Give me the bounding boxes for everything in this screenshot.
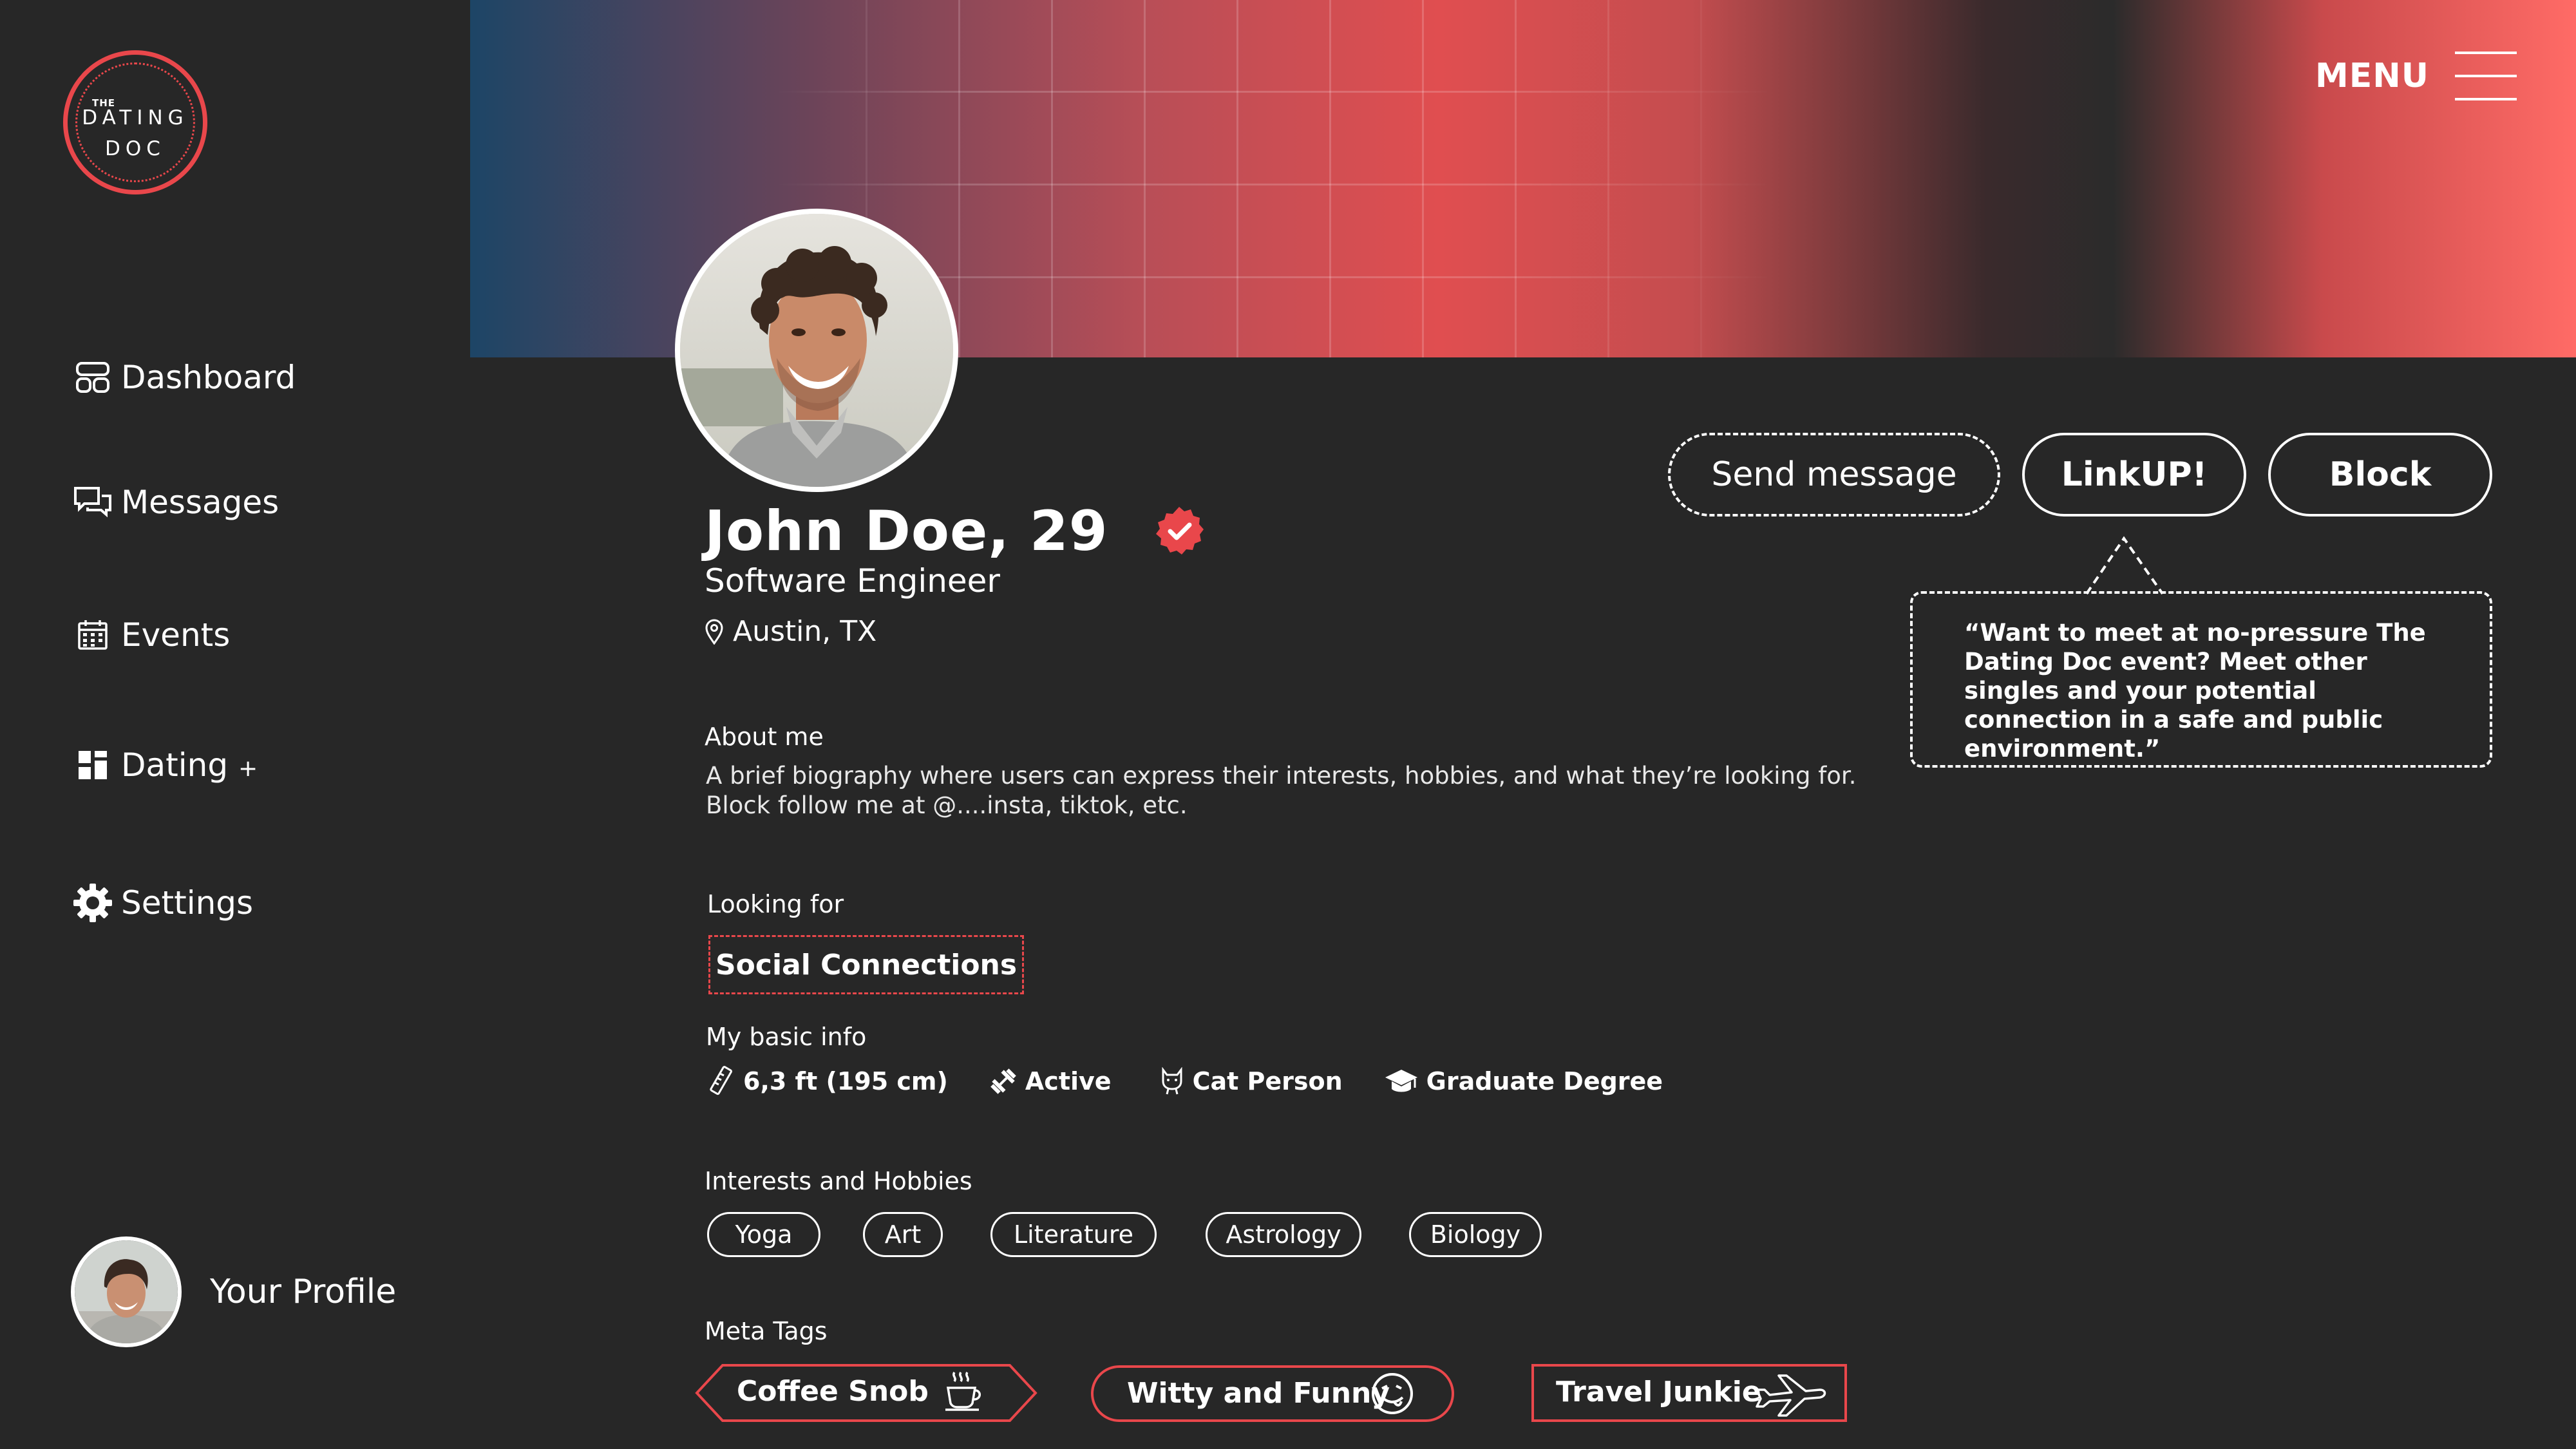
looking-for-heading: Looking for [707,890,844,918]
basic-info-activity: Active [989,1067,1112,1095]
meta-tag-travel-junkie[interactable]: Travel Junkie [1531,1364,1847,1422]
linkup-tooltip-text: “Want to meet at no-pressure The Dating … [1964,619,2426,762]
basic-info-height: 6,3 ft (195 cm) [707,1066,948,1097]
sidebar-item-events[interactable]: Events [72,609,230,661]
interest-tag-art[interactable]: Art [863,1212,943,1257]
interests-heading: Interests and Hobbies [705,1167,972,1195]
sidebar-item-label: Settings [121,884,254,922]
interest-tag-literature[interactable]: Literature [990,1212,1157,1257]
logo-text-dating: DATING [82,106,189,129]
dashboard-icon [72,357,113,398]
interest-tag-astrology[interactable]: Astrology [1206,1212,1361,1257]
linkup-button[interactable]: LinkUP! [2022,433,2246,516]
bio-line: A brief biography where users can expres… [706,762,1857,790]
airplane-icon [1756,1374,1826,1417]
smiley-icon [1372,1373,1413,1414]
profile-job-title: Software Engineer [705,562,1000,600]
basic-info-label: Cat Person [1192,1067,1343,1095]
basic-info-education: Graduate Degree [1384,1067,1663,1095]
about-me-heading: About me [705,723,824,751]
avatar [71,1236,182,1347]
menu-label: MENU [2315,57,2429,95]
sidebar-item-label: Messages [121,484,279,521]
ruler-icon [710,1066,732,1095]
basic-info-label: Graduate Degree [1426,1067,1663,1095]
dating-plus-suffix: + [238,755,258,782]
messages-icon [72,482,113,523]
profile-name-row: John Doe, 29 [705,499,1205,564]
block-button[interactable]: Block [2268,433,2492,516]
tooltip-pointer [2087,536,2164,595]
dating-doc-logo[interactable]: THE DATING DOC [63,50,207,194]
menu-button[interactable]: MENU [2315,52,2517,100]
coffee-icon [945,1372,981,1411]
meta-tag-coffee-snob[interactable]: Coffee Snob [694,1363,1038,1423]
sidebar-item-label: Dashboard [121,359,296,396]
profile-photo[interactable] [675,209,958,492]
bio-text: A brief biography where users can expres… [706,761,1856,820]
location-pin-icon [705,619,723,645]
graduation-cap-icon [1385,1070,1417,1092]
sidebar-item-messages[interactable]: Messages [72,477,279,528]
logo-text-doc: DOC [105,137,166,160]
verified-badge-icon [1155,507,1204,554]
grid-icon [72,744,113,786]
calendar-icon [72,614,113,656]
looking-for-tag: Social Connections [708,935,1024,994]
meta-tags-heading: Meta Tags [705,1317,828,1345]
basic-info-heading: My basic info [706,1023,867,1051]
send-message-button[interactable]: Send message [1668,433,2000,516]
basic-info-pet: Cat Person [1159,1067,1343,1095]
basic-info-list: 6,3 ft (195 cm) Active Cat Person Gradua… [707,1066,1704,1097]
cat-icon [1162,1067,1182,1095]
sidebar-item-label: Events [121,616,231,654]
linkup-tooltip: “Want to meet at no-pressure The Dating … [1910,591,2492,768]
your-profile-label: Your Profile [210,1273,397,1311]
dumbbell-icon [990,1068,1016,1094]
bio-line: Block follow me at @....insta, tiktok, e… [706,791,1188,819]
basic-info-label: 6,3 ft (195 cm) [743,1067,948,1095]
meta-tag-label: Travel Junkie [1556,1376,1761,1408]
hamburger-icon [2455,52,2517,100]
your-profile-link[interactable]: Your Profile [71,1236,396,1347]
interest-tag-biology[interactable]: Biology [1409,1212,1542,1257]
sidebar-item-label: Dating + [121,746,258,784]
sidebar-item-settings[interactable]: Settings [72,877,253,929]
basic-info-label: Active [1025,1067,1112,1095]
meta-tag-witty-and-funny[interactable]: Witty and Funny [1091,1365,1454,1422]
profile-name: John Doe, 29 [705,499,1108,564]
meta-tag-label: Coffee Snob [737,1375,929,1408]
sidebar-item-dating[interactable]: Dating + [72,739,258,791]
sidebar: THE DATING DOC Dashboard Messages Events… [0,0,470,1449]
location-text: Austin, TX [733,615,877,648]
gear-icon [72,882,113,923]
meta-tag-label: Witty and Funny [1127,1377,1390,1410]
interest-tag-yoga[interactable]: Yoga [707,1212,820,1257]
profile-location: Austin, TX [705,615,876,648]
dating-label: Dating [121,746,229,784]
sidebar-item-dashboard[interactable]: Dashboard [72,352,296,403]
